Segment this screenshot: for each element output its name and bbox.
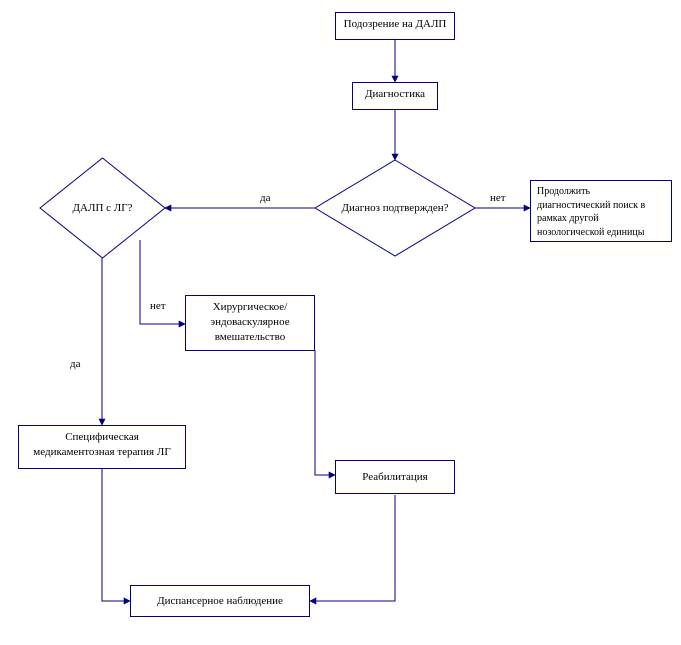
node-surgery-label: Хирургическое/ эндоваскулярное вмешатель… bbox=[210, 301, 289, 343]
node-other-search-label: Продолжить диагностический поиск в рамка… bbox=[537, 186, 645, 238]
node-rehab-label: Реабилитация bbox=[362, 470, 427, 485]
node-rehab: Реабилитация bbox=[335, 460, 455, 494]
node-other-search: Продолжить диагностический поиск в рамка… bbox=[530, 180, 672, 242]
node-diagnosis-confirmed: Диагноз подтвержден? bbox=[315, 160, 475, 256]
node-start: Подозрение на ДАЛП bbox=[335, 12, 455, 40]
connectors bbox=[0, 0, 681, 645]
node-diagnostics: Диагностика bbox=[352, 82, 438, 110]
edge-label-confirm-no: нет bbox=[490, 192, 506, 204]
edge-label-confirm-yes: да bbox=[260, 192, 270, 204]
edge-label-dalp-no: нет bbox=[150, 300, 166, 312]
node-therapy: Специфическая медикаментозная терапия ЛГ bbox=[18, 425, 186, 469]
edge-label-dalp-yes: да bbox=[70, 358, 80, 370]
flowchart-canvas: Подозрение на ДАЛП Диагностика Продолжит… bbox=[0, 0, 681, 645]
node-start-label: Подозрение на ДАЛП bbox=[344, 18, 447, 30]
node-followup: Диспансерное наблюдение bbox=[130, 585, 310, 617]
node-therapy-label: Специфическая медикаментозная терапия ЛГ bbox=[33, 431, 170, 458]
node-surgery: Хирургическое/ эндоваскулярное вмешатель… bbox=[185, 295, 315, 351]
node-diagnostics-label: Диагностика bbox=[365, 88, 425, 100]
node-followup-label: Диспансерное наблюдение bbox=[157, 594, 283, 609]
node-dalp-lg: ДАЛП с ЛГ? bbox=[40, 158, 165, 258]
